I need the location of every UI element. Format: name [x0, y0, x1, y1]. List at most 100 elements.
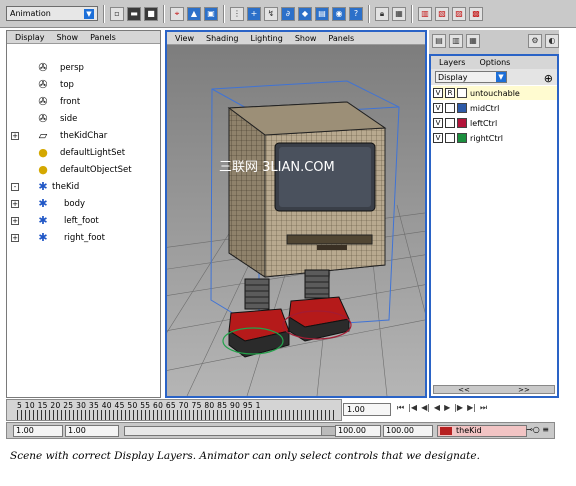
lock-icon[interactable]: 🔒︎ [375, 6, 389, 21]
play-forward-icon[interactable]: ▶ [444, 403, 450, 413]
go-to-start-icon[interactable]: ⏮ [397, 403, 404, 413]
layer-mode-dropdown[interactable]: Display ▼ [435, 71, 507, 83]
history-icon[interactable]: ◆ [298, 6, 312, 21]
range-slider-handle[interactable] [321, 427, 335, 435]
ipr-icon[interactable]: ◉ [332, 6, 346, 21]
step-forward-icon[interactable]: |▶ [454, 403, 463, 413]
select-object-icon[interactable]: ▲ [187, 6, 201, 21]
outliner-item-side[interactable]: ✇ side [7, 110, 160, 127]
help-icon[interactable]: ? [349, 6, 363, 21]
collapse-icon[interactable]: - [11, 182, 19, 191]
snap-grid-icon[interactable]: ⋮ [230, 6, 244, 21]
reference-toggle[interactable] [445, 118, 455, 128]
menu-set-dropdown[interactable]: Animation ▼ [6, 6, 98, 21]
time-slider[interactable]: 5 10 15 20 25 30 35 40 45 50 55 60 65 70… [6, 399, 342, 421]
visibility-toggle[interactable]: V [433, 103, 443, 113]
menu-view[interactable]: View [175, 34, 194, 43]
play-back-icon[interactable]: ◀ [434, 403, 440, 413]
visibility-toggle[interactable]: V [433, 133, 443, 143]
snap-surface-icon[interactable]: ∂ [281, 6, 295, 21]
layer-color-swatch[interactable] [457, 133, 467, 143]
outliner-item-defaultlightset[interactable]: ● defaultLightSet [7, 144, 160, 161]
expand-icon[interactable]: + [11, 131, 19, 140]
outliner-item-defaultobjectset[interactable]: ● defaultObjectSet [7, 161, 160, 178]
outliner-item-left-foot[interactable]: + ✱ left_foot [7, 212, 160, 229]
reference-toggle[interactable]: R [445, 88, 455, 98]
expand-icon[interactable]: + [11, 216, 19, 225]
snap-curve-icon[interactable]: + [247, 6, 261, 21]
outliner-item-thekid[interactable]: - ✱ theKid [7, 178, 160, 195]
channel-box-icon[interactable]: ▨ [452, 6, 466, 21]
range-slider-bar[interactable] [124, 426, 336, 436]
layer-row-untouchable[interactable]: V R untouchable [433, 86, 557, 100]
range-slider: 1.00 1.00 100.00 100.00 theKid ⊸○ ≡ [6, 422, 555, 439]
scroll-right-button[interactable]: >> [518, 386, 530, 394]
outliner-item-top[interactable]: ✇ top [7, 76, 160, 93]
animation-start-field[interactable]: 1.00 [13, 425, 63, 437]
scroll-left-button[interactable]: << [458, 386, 470, 394]
playback-end-field[interactable]: 100.00 [335, 425, 381, 437]
layer-editor-icon[interactable]: ▥ [449, 34, 463, 48]
attribute-editor-icon[interactable]: ▥ [418, 6, 432, 21]
select-component-icon[interactable]: ▣ [204, 6, 218, 21]
step-forward-key-icon[interactable]: ▶| [467, 403, 476, 413]
step-back-icon[interactable]: ◀| [421, 403, 430, 413]
camera-icon: ✇ [38, 94, 48, 108]
layer-color-swatch[interactable] [457, 118, 467, 128]
open-scene-icon[interactable]: ▬ [127, 6, 141, 21]
menu-options[interactable]: Options [479, 58, 510, 67]
menu-panels[interactable]: Panels [90, 33, 116, 42]
select-hierarchy-icon[interactable]: ⌖ [170, 6, 184, 21]
menu-lighting[interactable]: Lighting [250, 34, 282, 43]
menu-show[interactable]: Show [57, 33, 79, 42]
snap-point-icon[interactable]: ↯ [264, 6, 278, 21]
new-layer-icon[interactable]: ⊕ [544, 72, 553, 85]
menu-panels[interactable]: Panels [328, 34, 354, 43]
playback-start-field[interactable]: 1.00 [65, 425, 119, 437]
layer-color-swatch[interactable] [457, 88, 467, 98]
visibility-toggle[interactable]: V [433, 118, 443, 128]
chevron-down-icon[interactable]: ▼ [84, 8, 94, 19]
object-set-icon: ● [38, 162, 48, 176]
scene-render: 三联网 3LIAN.COM [167, 45, 425, 396]
gear-icon[interactable]: ⚙ [528, 34, 542, 48]
reference-toggle[interactable] [445, 103, 455, 113]
channel-box-toolbar: ▤ ▥ ▦ ⚙ ◐ [429, 30, 559, 52]
expand-icon[interactable]: + [11, 233, 19, 242]
tool-settings-icon[interactable]: ▧ [435, 6, 449, 21]
outliner-item-front[interactable]: ✇ front [7, 93, 160, 110]
layer-row-midctrl[interactable]: V midCtrl [433, 101, 557, 115]
layer-color-swatch[interactable] [457, 103, 467, 113]
layer-editor-icon[interactable]: ▩ [469, 6, 483, 21]
save-scene-icon[interactable]: ■ [144, 6, 158, 21]
visibility-toggle[interactable]: V [433, 88, 443, 98]
outliner-item-right-foot[interactable]: + ✱ right_foot [7, 229, 160, 246]
perspective-viewport[interactable]: View Shading Lighting Show Panels 三联网 3L… [165, 30, 427, 398]
auto-key-icon[interactable]: ⊸○ ≡ [526, 425, 549, 434]
render-settings-icon[interactable]: ▦ [392, 6, 406, 21]
menu-show[interactable]: Show [295, 34, 317, 43]
character-name: theKid [456, 426, 482, 435]
chevron-down-icon[interactable]: ▼ [496, 72, 506, 82]
current-frame-field[interactable]: 1.00 [343, 403, 391, 416]
menu-layers[interactable]: Layers [439, 58, 465, 67]
menu-shading[interactable]: Shading [206, 34, 239, 43]
current-character-field[interactable]: theKid [437, 425, 527, 437]
attribute-list-icon[interactable]: ▦ [466, 34, 480, 48]
layer-scrollbar[interactable]: << >> [433, 385, 555, 394]
outliner-item-body[interactable]: + ✱ body [7, 195, 160, 212]
layer-row-leftctrl[interactable]: V leftCtrl [433, 116, 557, 130]
zoom-icon[interactable]: ◐ [545, 34, 559, 48]
new-scene-icon[interactable]: ▫ [110, 6, 124, 21]
animation-end-field[interactable]: 100.00 [383, 425, 433, 437]
layer-row-rightctrl[interactable]: V rightCtrl [433, 131, 557, 145]
expand-icon[interactable]: + [11, 199, 19, 208]
menu-display[interactable]: Display [15, 33, 45, 42]
go-to-end-icon[interactable]: ⏭ [480, 403, 487, 413]
outliner-item-persp[interactable]: ✇ persp [7, 59, 160, 76]
channel-box-icon[interactable]: ▤ [432, 34, 446, 48]
outliner-item-thekidchar[interactable]: + ▱ theKidChar [7, 127, 160, 144]
step-back-key-icon[interactable]: |◀ [408, 403, 417, 413]
render-icon[interactable]: ▤ [315, 6, 329, 21]
reference-toggle[interactable] [445, 133, 455, 143]
